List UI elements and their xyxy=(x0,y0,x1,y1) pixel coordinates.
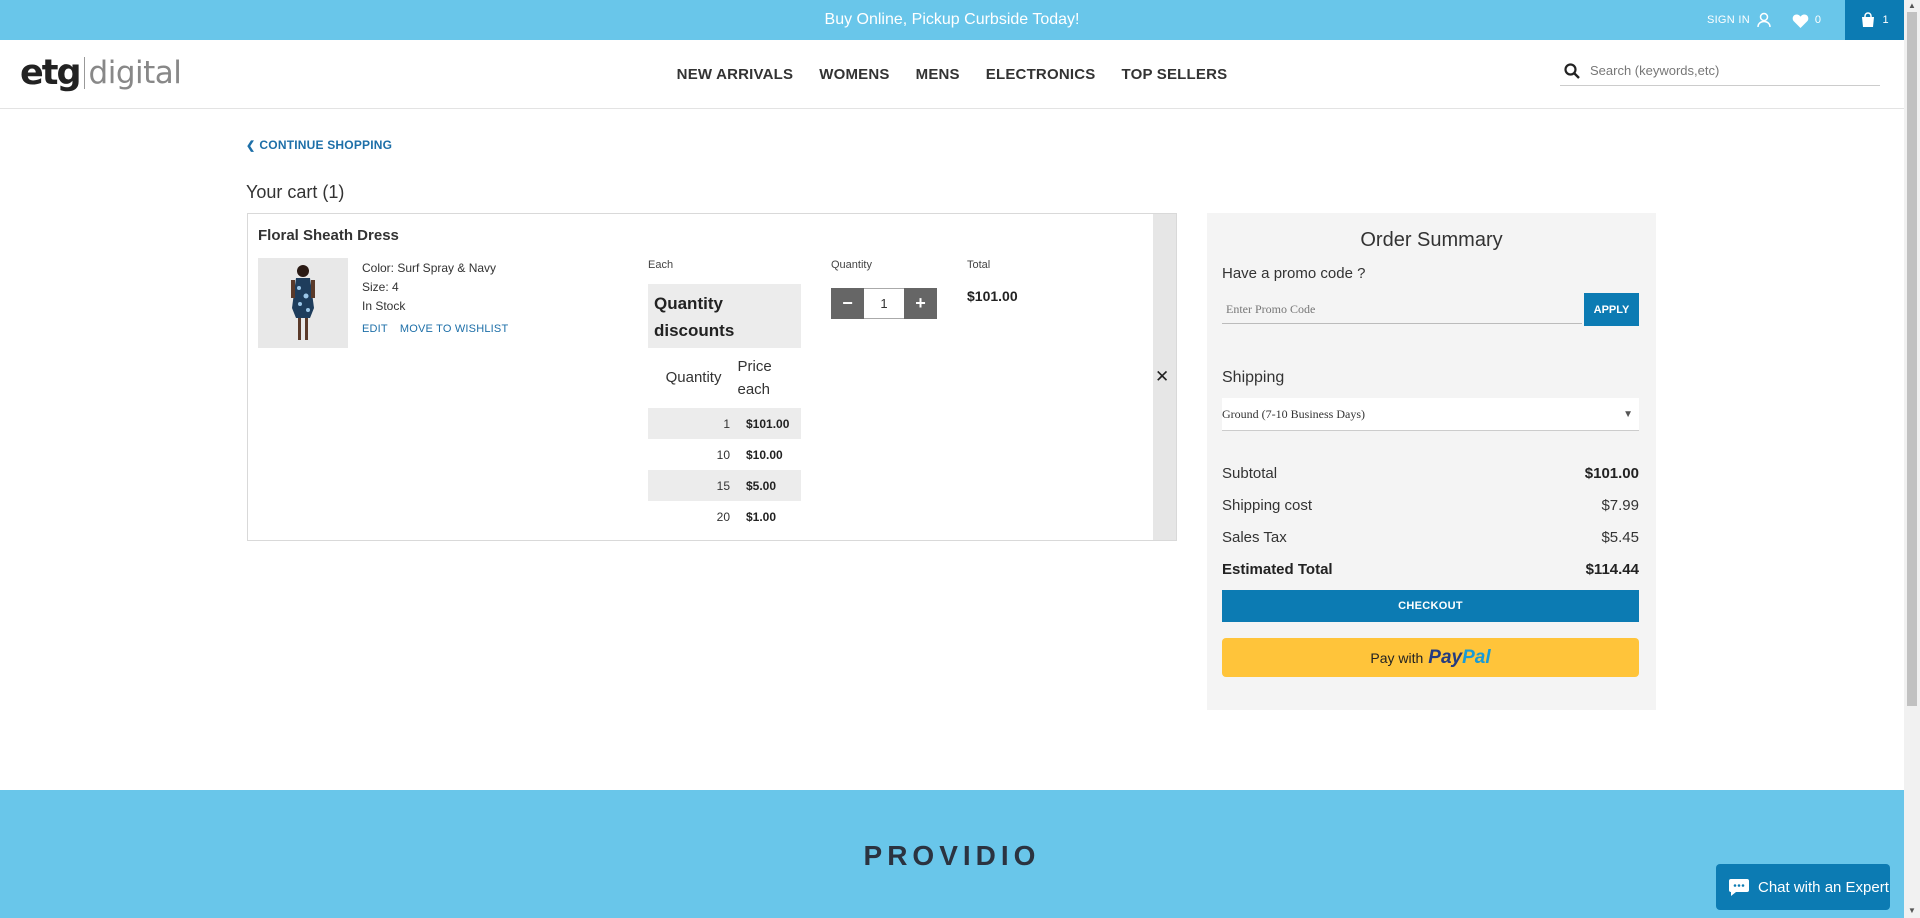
product-image[interactable] xyxy=(258,258,348,348)
increase-quantity-button[interactable]: + xyxy=(904,288,937,319)
discount-price: $1.00 xyxy=(746,509,777,524)
checkout-button[interactable]: CHECKOUT xyxy=(1222,590,1639,622)
edit-link[interactable]: EDIT xyxy=(362,323,388,335)
shipping-label: Shipping xyxy=(1222,369,1285,386)
stock-status: In Stock xyxy=(362,299,406,313)
nav-top-sellers[interactable]: TOP SELLERS xyxy=(1121,66,1227,83)
table-row: 10 $10.00 xyxy=(648,439,801,470)
shipping-cost-value: $7.99 xyxy=(1601,497,1639,514)
quantity-discounts-title: Quantity discounts xyxy=(648,284,801,348)
chat-icon xyxy=(1729,879,1749,896)
footer-brand: PROVIDIO xyxy=(863,840,1041,871)
estimated-total-value: $114.44 xyxy=(1585,561,1639,578)
scroll-down-icon[interactable]: ▼ xyxy=(1908,906,1916,915)
shopping-bag-icon xyxy=(1862,12,1875,27)
discount-qty: 20 xyxy=(716,509,730,524)
close-icon[interactable]: ✕ xyxy=(1155,367,1169,387)
search-icon[interactable] xyxy=(1564,62,1580,79)
quantity-stepper: − 1 + xyxy=(831,288,937,319)
discounts-header-row: Quantity Price each xyxy=(648,348,801,408)
order-summary: Order Summary Have a promo code ? Enter … xyxy=(1207,213,1656,710)
paypal-logo: PayPal xyxy=(1428,647,1490,669)
cart-count: 1 xyxy=(1882,14,1889,26)
search-input[interactable] xyxy=(1590,63,1870,78)
decrease-quantity-button[interactable]: − xyxy=(831,288,864,319)
product-size: Size: 4 xyxy=(362,280,399,294)
table-row: 20 $1.00 xyxy=(648,501,801,532)
cart-title: Your cart (1) xyxy=(246,182,345,202)
subtotal-value: $101.00 xyxy=(1584,465,1639,482)
product-photo-placeholder xyxy=(258,258,348,348)
sales-tax-label: Sales Tax xyxy=(1222,529,1287,546)
paypal-logo-part1: Pay xyxy=(1428,646,1463,668)
continue-shopping-link[interactable]: ❮ CONTINUE SHOPPING xyxy=(246,138,392,152)
scrollbar-thumb[interactable] xyxy=(1907,12,1917,706)
subtotal-label: Subtotal xyxy=(1222,465,1278,482)
chat-label: Chat with an Expert xyxy=(1758,878,1889,896)
cart-button[interactable]: 1 xyxy=(1845,0,1904,40)
site-footer: PROVIDIO xyxy=(0,790,1904,918)
sign-in-label: SIGN IN xyxy=(1706,14,1750,26)
line-total: $101.00 xyxy=(967,288,1018,304)
search-box xyxy=(1560,56,1880,86)
quantity-label: Quantity xyxy=(831,259,872,271)
nav-mens[interactable]: MENS xyxy=(916,66,960,83)
discount-price: $5.00 xyxy=(746,478,777,493)
nav-electronics[interactable]: ELECTRONICS xyxy=(986,66,1096,83)
minus-icon: − xyxy=(842,293,853,313)
continue-shopping-label: CONTINUE SHOPPING xyxy=(259,138,393,152)
plus-icon: + xyxy=(915,293,926,313)
caret-down-icon: ▼ xyxy=(1623,409,1633,420)
quantity-discounts-table: Quantity discounts Quantity Price each 1… xyxy=(648,284,801,532)
table-row: 1 $101.00 xyxy=(648,408,801,439)
move-to-wishlist-link[interactable]: MOVE TO WISHLIST xyxy=(400,323,509,335)
wishlist-link[interactable]: 0 xyxy=(1792,0,1821,40)
subtotal-row: Subtotal $101.00 xyxy=(1222,465,1639,482)
estimated-total-row: Estimated Total $114.44 xyxy=(1222,561,1639,578)
table-row: 15 $5.00 xyxy=(648,470,801,501)
scroll-up-icon[interactable]: ▲ xyxy=(1908,1,1916,10)
wishlist-count: 0 xyxy=(1814,14,1821,26)
product-color: Color: Surf Spray & Navy xyxy=(362,261,497,275)
sales-tax-row: Sales Tax $5.45 xyxy=(1222,529,1639,546)
chevron-left-icon: ❮ xyxy=(246,139,256,152)
promo-text: Buy Online, Pickup Curbside Today! xyxy=(824,11,1080,28)
discount-qty: 1 xyxy=(723,416,730,431)
heart-icon xyxy=(1792,13,1809,28)
shipping-method-value: Ground (7-10 Business Days) xyxy=(1222,407,1365,421)
discount-price: $101.00 xyxy=(746,416,790,431)
apply-promo-button[interactable]: APPLY xyxy=(1584,293,1639,326)
each-label: Each xyxy=(648,259,674,271)
total-label: Total xyxy=(967,259,991,271)
promo-code-input[interactable]: Enter Promo Code xyxy=(1222,294,1582,324)
discount-qty: 10 xyxy=(716,447,730,462)
paypal-button[interactable]: Pay with PayPal xyxy=(1222,638,1639,677)
discounts-col-quantity: Quantity xyxy=(665,369,722,386)
sign-in-link[interactable]: SIGN IN xyxy=(1707,0,1772,40)
nav-new-arrivals[interactable]: NEW ARRIVALS xyxy=(677,66,794,83)
quantity-input[interactable]: 1 xyxy=(864,288,904,319)
discount-qty: 15 xyxy=(716,478,730,493)
page-scrollbar[interactable]: ▲ ▼ xyxy=(1904,0,1920,918)
discount-price: $10.00 xyxy=(746,447,783,462)
paypal-logo-part2: Pal xyxy=(1462,646,1491,668)
sales-tax-value: $5.45 xyxy=(1601,529,1639,546)
estimated-total-label: Estimated Total xyxy=(1222,561,1333,578)
user-icon xyxy=(1757,12,1771,28)
shipping-cost-label: Shipping cost xyxy=(1222,497,1313,514)
shipping-cost-row: Shipping cost $7.99 xyxy=(1222,497,1639,514)
site-header: etg digital NEW ARRIVALS WOMENS MENS ELE… xyxy=(0,40,1904,109)
paypal-prefix: Pay with xyxy=(1370,649,1424,666)
chat-button[interactable]: Chat with an Expert xyxy=(1716,864,1890,910)
shipping-method-select[interactable]: Ground (7-10 Business Days) ▼ xyxy=(1222,398,1639,431)
nav-womens[interactable]: WOMENS xyxy=(819,66,889,83)
promo-code-question: Have a promo code ? xyxy=(1222,265,1366,282)
product-name[interactable]: Floral Sheath Dress xyxy=(258,227,399,244)
order-summary-title: Order Summary xyxy=(1360,229,1503,251)
discounts-col-price: Price each xyxy=(737,358,772,398)
promo-bar: Buy Online, Pickup Curbside Today! SIGN … xyxy=(0,0,1904,40)
item-actions: EDIT MOVE TO WISHLIST xyxy=(362,323,508,335)
